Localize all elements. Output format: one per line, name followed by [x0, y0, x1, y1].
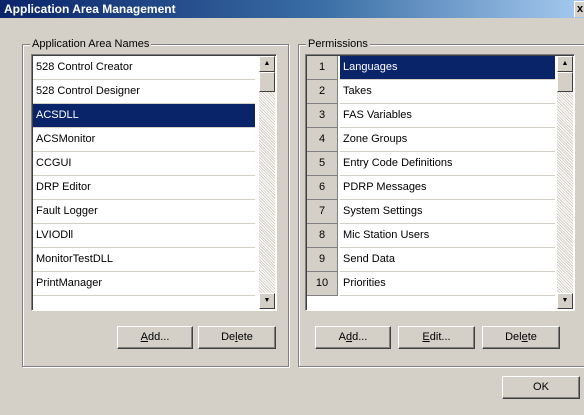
table-row[interactable]: 6 PDRP Messages — [307, 176, 555, 200]
permission-name: Entry Code Definitions — [340, 152, 555, 176]
permission-name: Mic Station Users — [340, 224, 555, 248]
table-row[interactable]: 9 Send Data — [307, 248, 555, 272]
window-title: Application Area Management — [4, 2, 176, 16]
scrollbar-thumb[interactable] — [259, 72, 275, 92]
list-item[interactable]: MonitorTestDLL — [33, 248, 255, 272]
permission-name: Send Data — [340, 248, 555, 272]
permission-name: Priorities — [340, 272, 555, 296]
add-area-button[interactable]: Add... — [117, 326, 193, 349]
row-number: 5 — [307, 152, 338, 176]
add-permission-button[interactable]: Add... — [315, 326, 391, 349]
row-number: 1 — [307, 56, 338, 80]
row-number: 9 — [307, 248, 338, 272]
permissions-legend: Permissions — [306, 38, 370, 50]
list-item[interactable]: Fault Logger — [33, 200, 255, 224]
table-row[interactable]: 7 System Settings — [307, 200, 555, 224]
list-item-label: 528 Control Creator — [36, 61, 133, 73]
list-item-label: LVIODll — [36, 229, 74, 241]
vertical-scrollbar[interactable]: ▲ ▼ — [557, 56, 573, 309]
list-item[interactable]: 528 Control Creator — [33, 56, 255, 80]
list-item[interactable]: LVIODll — [33, 224, 255, 248]
list-item[interactable]: ACSDLL — [33, 104, 255, 128]
close-button[interactable]: x — [574, 1, 584, 17]
delete-permission-button[interactable]: Delete — [482, 326, 560, 349]
permission-name: System Settings — [340, 200, 555, 224]
list-item[interactable]: 528 Control Designer — [33, 80, 255, 104]
permission-name: Zone Groups — [340, 128, 555, 152]
table-row[interactable]: 3 FAS Variables — [307, 104, 555, 128]
scroll-down-arrow-icon[interactable]: ▼ — [259, 293, 275, 309]
list-item-label: ACSMonitor — [36, 133, 96, 145]
permission-name: Takes — [340, 80, 555, 104]
app-area-names-legend: Application Area Names — [30, 38, 152, 50]
ok-button[interactable]: OK — [502, 376, 580, 399]
scrollbar-thumb[interactable] — [557, 72, 573, 92]
permissions-list[interactable]: 1 Languages 2 Takes 3 FAS Variables 4 Zone Grou… — [305, 54, 575, 311]
table-row[interactable]: 1 Languages — [307, 56, 555, 80]
scroll-up-arrow-icon[interactable]: ▲ — [259, 56, 275, 72]
title-bar[interactable]: Application Area Management x — [0, 0, 584, 18]
list-item-label: 528 Control Designer — [36, 85, 140, 97]
permission-name: PDRP Messages — [340, 176, 555, 200]
list-item-label: CCGUI — [36, 157, 72, 169]
delete-area-button[interactable]: Delete — [198, 326, 276, 349]
list-item-label: Fault Logger — [36, 205, 98, 217]
row-number: 10 — [307, 272, 338, 296]
row-number: 7 — [307, 200, 338, 224]
list-item[interactable]: CCGUI — [33, 152, 255, 176]
list-item[interactable]: DRP Editor — [33, 176, 255, 200]
table-row[interactable]: 2 Takes — [307, 80, 555, 104]
permission-name: FAS Variables — [340, 104, 555, 128]
scroll-up-arrow-icon[interactable]: ▲ — [557, 56, 573, 72]
list-item-label: DRP Editor — [36, 181, 91, 193]
permission-name: Languages — [340, 56, 555, 80]
row-number: 4 — [307, 128, 338, 152]
row-number: 8 — [307, 224, 338, 248]
row-number: 3 — [307, 104, 338, 128]
row-number: 6 — [307, 176, 338, 200]
list-item-label: ACSDLL — [36, 109, 79, 121]
table-row[interactable]: 4 Zone Groups — [307, 128, 555, 152]
scroll-down-arrow-icon[interactable]: ▼ — [557, 293, 573, 309]
table-row[interactable]: 5 Entry Code Definitions — [307, 152, 555, 176]
vertical-scrollbar[interactable]: ▲ ▼ — [259, 56, 275, 309]
table-row[interactable]: 8 Mic Station Users — [307, 224, 555, 248]
row-number: 2 — [307, 80, 338, 104]
app-area-list[interactable]: 528 Control Creator 528 Control Designer A… — [31, 54, 277, 311]
list-item-label: PrintManager — [36, 277, 103, 289]
table-row[interactable]: 10 Priorities — [307, 272, 555, 296]
list-item[interactable]: PrintManager — [33, 272, 255, 296]
list-item-label: MonitorTestDLL — [36, 253, 114, 265]
list-item[interactable]: ACSMonitor — [33, 128, 255, 152]
edit-permission-button[interactable]: Edit... — [398, 326, 475, 349]
